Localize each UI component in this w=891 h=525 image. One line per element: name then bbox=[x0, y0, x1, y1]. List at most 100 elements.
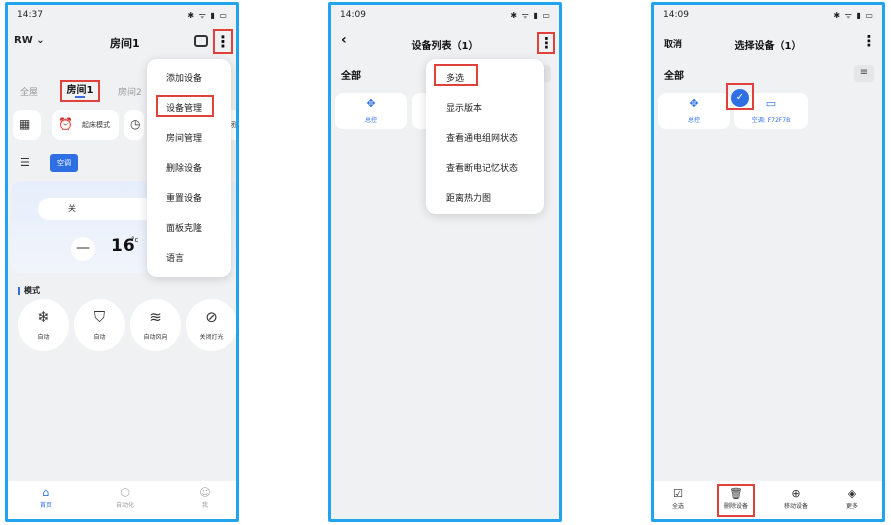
menu-item-label: 房间管理 bbox=[166, 134, 203, 144]
move-device-button[interactable]: ⊕ 移动设备 bbox=[776, 487, 816, 510]
nav-home[interactable]: ⌂ 首页 bbox=[21, 486, 71, 509]
list-view-icon[interactable]: ≡ bbox=[854, 65, 874, 82]
shield-icon: ⛉ bbox=[93, 308, 106, 326]
nav-me[interactable]: ☺ 我 bbox=[180, 486, 230, 509]
action-label: 移动设备 bbox=[783, 503, 808, 510]
mode-label: 关闭灯光 bbox=[199, 334, 224, 341]
nav-automation[interactable]: ⬡ 自动化 bbox=[100, 486, 150, 509]
alarm-icon: ⏰ bbox=[58, 117, 73, 131]
status-bar: 14:09 ✱ ᯤ ▮ ▭ bbox=[654, 5, 882, 25]
filter-all[interactable]: 全部 bbox=[664, 67, 684, 82]
menu-item-reset-device[interactable]: 重置设备 bbox=[147, 182, 231, 212]
tab-all-rooms[interactable]: 全屋 bbox=[20, 85, 38, 98]
temp-minus-button[interactable]: — bbox=[71, 237, 95, 261]
select-all-button[interactable]: ☑ 全选 bbox=[658, 487, 698, 510]
page-title: 设备列表（1） bbox=[411, 41, 479, 52]
nav-label: 我 bbox=[201, 502, 208, 509]
scene-wakeup[interactable]: ⏰ 起床模式 bbox=[52, 110, 119, 140]
more-menu: 多选 显示版本 查看通电组网状态 查看断电记忆状态 距离热力图 bbox=[426, 59, 544, 214]
menu-item-delete-device[interactable]: 删除设备 bbox=[147, 152, 231, 182]
device-list-header: ‹ 设备列表（1） ⋮ bbox=[331, 25, 559, 59]
select-header: 取消 选择设备（1） ⋮ bbox=[654, 25, 882, 59]
light-off-icon: ⊘ bbox=[205, 308, 218, 326]
status-time: 14:09 bbox=[340, 10, 366, 20]
menu-dots-icon[interactable]: ⋮ bbox=[860, 32, 878, 54]
device-label: 总控 bbox=[687, 117, 700, 124]
mode-button[interactable]: ❄ 自动 bbox=[18, 299, 69, 351]
scan-icon[interactable] bbox=[194, 35, 208, 47]
mode-label: 自动 bbox=[37, 334, 50, 341]
device-card[interactable]: ✥ 总控 bbox=[658, 93, 730, 129]
menu-item-label: 添加设备 bbox=[166, 74, 203, 84]
status-time: 14:37 bbox=[17, 10, 43, 20]
menu-item-power-network[interactable]: 查看通电组网状态 bbox=[426, 122, 544, 152]
menu-item-label: 删除设备 bbox=[166, 164, 203, 174]
action-label: 更多 bbox=[845, 503, 858, 510]
highlight-box bbox=[717, 484, 755, 517]
menu-dots-icon[interactable]: ⋮ bbox=[537, 32, 555, 54]
device-label: 总控 bbox=[364, 117, 377, 124]
check-icon[interactable]: ✓ bbox=[731, 89, 749, 107]
device-card[interactable]: ✥ 总控 bbox=[335, 93, 407, 129]
device-label: 空调: F72F7B bbox=[751, 117, 791, 124]
highlight-box bbox=[434, 64, 478, 86]
menu-item-label: 查看断电记忆状态 bbox=[446, 164, 519, 174]
nav-label: 首页 bbox=[39, 502, 52, 509]
menu-item-label: 距离热力图 bbox=[446, 194, 492, 204]
mode-label: 自动风向 bbox=[143, 334, 168, 341]
mode-header: 模式 bbox=[18, 285, 40, 296]
select-all-icon: ☑ bbox=[673, 487, 683, 500]
status-bar: 14:09 ✱ ᯤ ▮ ▭ bbox=[331, 5, 559, 25]
menu-dots-icon[interactable]: ⋮ bbox=[213, 29, 233, 54]
highlight-box bbox=[156, 95, 214, 117]
nav-label: 自动化 bbox=[115, 502, 134, 509]
menu-item-heatmap[interactable]: 距离热力图 bbox=[426, 182, 544, 212]
menu-item-show-version[interactable]: 显示版本 bbox=[426, 92, 544, 122]
status-icons: ✱ ᯤ ▮ ▭ bbox=[833, 11, 874, 20]
menu-item-room-manage[interactable]: 房间管理 bbox=[147, 122, 231, 152]
phone-screen-home: 14:37 ✱ ᯤ ▮ ▭ RW ⌄ 房间1 ⋮ 全屋 房间1 房间2 ▦ ⏰ … bbox=[5, 2, 239, 522]
tab-room1[interactable]: 房间1 bbox=[60, 80, 100, 102]
mode-button[interactable]: ⛉ 自动 bbox=[74, 299, 125, 351]
phone-screen-select-device: 14:09 ✱ ᯤ ▮ ▭ 取消 选择设备（1） ⋮ 全部 ≡ ✥ 总控 ▭ 空… bbox=[651, 2, 885, 522]
tab-room2[interactable]: 房间2 bbox=[118, 85, 142, 98]
menu-item-language[interactable]: 语言 bbox=[147, 242, 231, 272]
snowflake-icon: ❄ bbox=[37, 308, 50, 326]
menu-item-power-memory[interactable]: 查看断电记忆状态 bbox=[426, 152, 544, 182]
grid-add-icon: ▦ bbox=[19, 117, 31, 131]
filter-icon[interactable]: ☰ bbox=[20, 156, 30, 169]
room-selector[interactable]: RW ⌄ bbox=[14, 35, 45, 46]
scene-partial[interactable]: ◷ bbox=[124, 110, 144, 140]
more-button[interactable]: ◈ 更多 bbox=[832, 487, 872, 510]
status-bar: 14:37 ✱ ᯤ ▮ ▭ bbox=[8, 5, 236, 25]
control-icon: ✥ bbox=[689, 97, 699, 110]
layers-icon: ◈ bbox=[847, 487, 857, 500]
home-icon: ⌂ bbox=[42, 486, 50, 499]
status-icons: ✱ ᯤ ▮ ▭ bbox=[510, 11, 551, 20]
mode-button[interactable]: ⊘ 关闭灯光 bbox=[186, 299, 236, 351]
scene-label: 起床模式 bbox=[82, 121, 110, 129]
temperature-unit: °c bbox=[131, 236, 139, 244]
menu-item-panel-clone[interactable]: 面板克隆 bbox=[147, 212, 231, 242]
mode-button[interactable]: ≋ 自动风向 bbox=[130, 299, 181, 351]
action-bar: ☑ 全选 🗑 删除设备 ⊕ 移动设备 ◈ 更多 bbox=[654, 481, 882, 519]
tab-underline bbox=[75, 96, 85, 98]
page-title: 选择设备（1） bbox=[734, 41, 802, 52]
menu-item-label: 重置设备 bbox=[166, 194, 203, 204]
action-label: 全选 bbox=[671, 503, 684, 510]
scene-icon: ◷ bbox=[130, 117, 141, 131]
move-icon: ⊕ bbox=[791, 487, 801, 500]
status-time: 14:09 bbox=[663, 10, 689, 20]
filter-all[interactable]: 全部 bbox=[341, 67, 361, 82]
menu-item-label: 查看通电组网状态 bbox=[446, 134, 519, 144]
wind-icon: ≋ bbox=[149, 308, 162, 326]
automation-icon: ⬡ bbox=[120, 486, 130, 499]
scene-add-button[interactable]: ▦ bbox=[13, 110, 41, 140]
menu-item-label: 面板克隆 bbox=[166, 224, 203, 234]
ac-filter-chip[interactable]: 空调 bbox=[50, 154, 78, 172]
off-label: 关 bbox=[68, 204, 76, 213]
more-menu: 添加设备 设备管理 房间管理 删除设备 重置设备 面板克隆 语言 bbox=[147, 59, 231, 277]
status-icons: ✱ ᯤ ▮ ▭ bbox=[187, 11, 228, 20]
mode-label: 自动 bbox=[93, 334, 106, 341]
menu-item-add-device[interactable]: 添加设备 bbox=[147, 62, 231, 92]
